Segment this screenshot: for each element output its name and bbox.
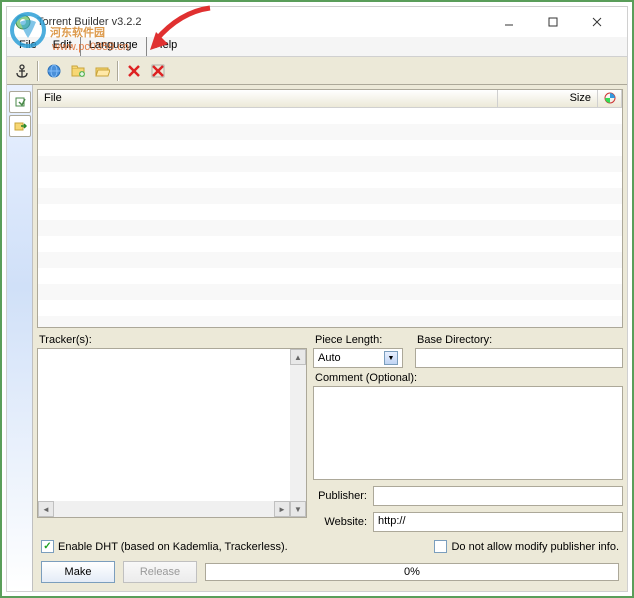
toolbar-separator: [37, 61, 39, 81]
scroll-right-icon[interactable]: ►: [274, 501, 290, 517]
trackers-scrollbar-h[interactable]: ◄►: [38, 501, 290, 517]
comment-field: Comment (Optional):: [313, 372, 623, 480]
base-dir-field: Base Directory:: [415, 334, 623, 368]
trackers-panel: Tracker(s): ▲▼ ◄►: [37, 334, 307, 532]
scroll-up-icon[interactable]: ▲: [290, 349, 306, 365]
scroll-down-icon[interactable]: ▼: [290, 501, 306, 517]
base-dir-input[interactable]: [415, 348, 623, 368]
piece-length-label: Piece Length:: [313, 334, 403, 346]
remove-button[interactable]: [123, 60, 145, 82]
make-button[interactable]: Make: [41, 561, 115, 583]
progress-bar: 0%: [205, 563, 619, 581]
file-list-body[interactable]: [38, 108, 622, 327]
publisher-label: Publisher:: [313, 490, 367, 502]
anchor-button[interactable]: [11, 60, 33, 82]
toolbar-separator: [117, 61, 119, 81]
publisher-input[interactable]: [373, 486, 623, 506]
window-title: Torrent Builder v3.2.2: [37, 16, 487, 28]
release-button[interactable]: Release: [123, 561, 197, 583]
sidebar: [7, 85, 33, 591]
clear-button[interactable]: [147, 60, 169, 82]
trackers-scrollbar-v[interactable]: ▲▼: [290, 349, 306, 517]
file-list-header: File Size: [38, 90, 622, 108]
toolbar: [7, 57, 627, 85]
dont-modify-label: Do not allow modify publisher info.: [451, 541, 619, 553]
base-dir-label: Base Directory:: [415, 334, 623, 346]
publisher-row: Publisher:: [313, 486, 623, 506]
scroll-left-icon[interactable]: ◄: [38, 501, 54, 517]
options-panel: Piece Length: Auto ▼ Base Directory:: [313, 334, 623, 532]
progress-text: 0%: [404, 566, 420, 578]
sidebar-tab-export[interactable]: [9, 115, 31, 137]
chevron-down-icon: ▼: [384, 351, 398, 365]
comment-textarea[interactable]: [313, 386, 623, 480]
file-list[interactable]: File Size: [37, 89, 623, 328]
website-label: Website:: [313, 516, 367, 528]
menu-file[interactable]: File: [11, 37, 45, 56]
piece-length-field: Piece Length: Auto ▼: [313, 334, 403, 368]
website-input[interactable]: http://: [373, 512, 623, 532]
col-status-icon[interactable]: [598, 90, 622, 107]
mid-section: Tracker(s): ▲▼ ◄► Piece Length:: [37, 334, 623, 532]
menu-language[interactable]: Language: [80, 37, 147, 56]
dont-modify-checkbox[interactable]: [434, 540, 447, 553]
trackers-list[interactable]: ▲▼ ◄►: [37, 348, 307, 518]
comment-label: Comment (Optional):: [313, 372, 623, 384]
enable-dht-label: Enable DHT (based on Kademlia, Trackerle…: [58, 541, 288, 553]
new-folder-button[interactable]: [67, 60, 89, 82]
maximize-button[interactable]: [531, 8, 575, 36]
menubar: File Edit Language Help: [7, 37, 627, 57]
piece-length-value: Auto: [318, 352, 341, 364]
globe-button[interactable]: [43, 60, 65, 82]
menu-edit[interactable]: Edit: [45, 37, 80, 56]
col-size[interactable]: Size: [498, 90, 598, 107]
close-button[interactable]: [575, 8, 619, 36]
minimize-button[interactable]: [487, 8, 531, 36]
menu-help[interactable]: Help: [147, 37, 186, 56]
sidebar-tab-build[interactable]: [9, 91, 31, 113]
content: File Size Tracker(s): ▲▼ ◄►: [33, 85, 627, 591]
open-folder-button[interactable]: [91, 60, 113, 82]
bottom-bar: Make Release 0%: [37, 559, 623, 587]
app-icon: [15, 14, 31, 30]
body-wrap: File Size Tracker(s): ▲▼ ◄►: [7, 85, 627, 591]
col-file[interactable]: File: [38, 90, 498, 107]
enable-dht-checkbox[interactable]: ✓: [41, 540, 54, 553]
website-row: Website: http://: [313, 512, 623, 532]
titlebar: Torrent Builder v3.2.2: [7, 7, 627, 37]
app-window: Torrent Builder v3.2.2 File Edit Languag…: [6, 6, 628, 592]
trackers-label: Tracker(s):: [37, 334, 307, 346]
options-row: ✓ Enable DHT (based on Kademlia, Tracker…: [37, 538, 623, 555]
piece-length-select[interactable]: Auto ▼: [313, 348, 403, 368]
